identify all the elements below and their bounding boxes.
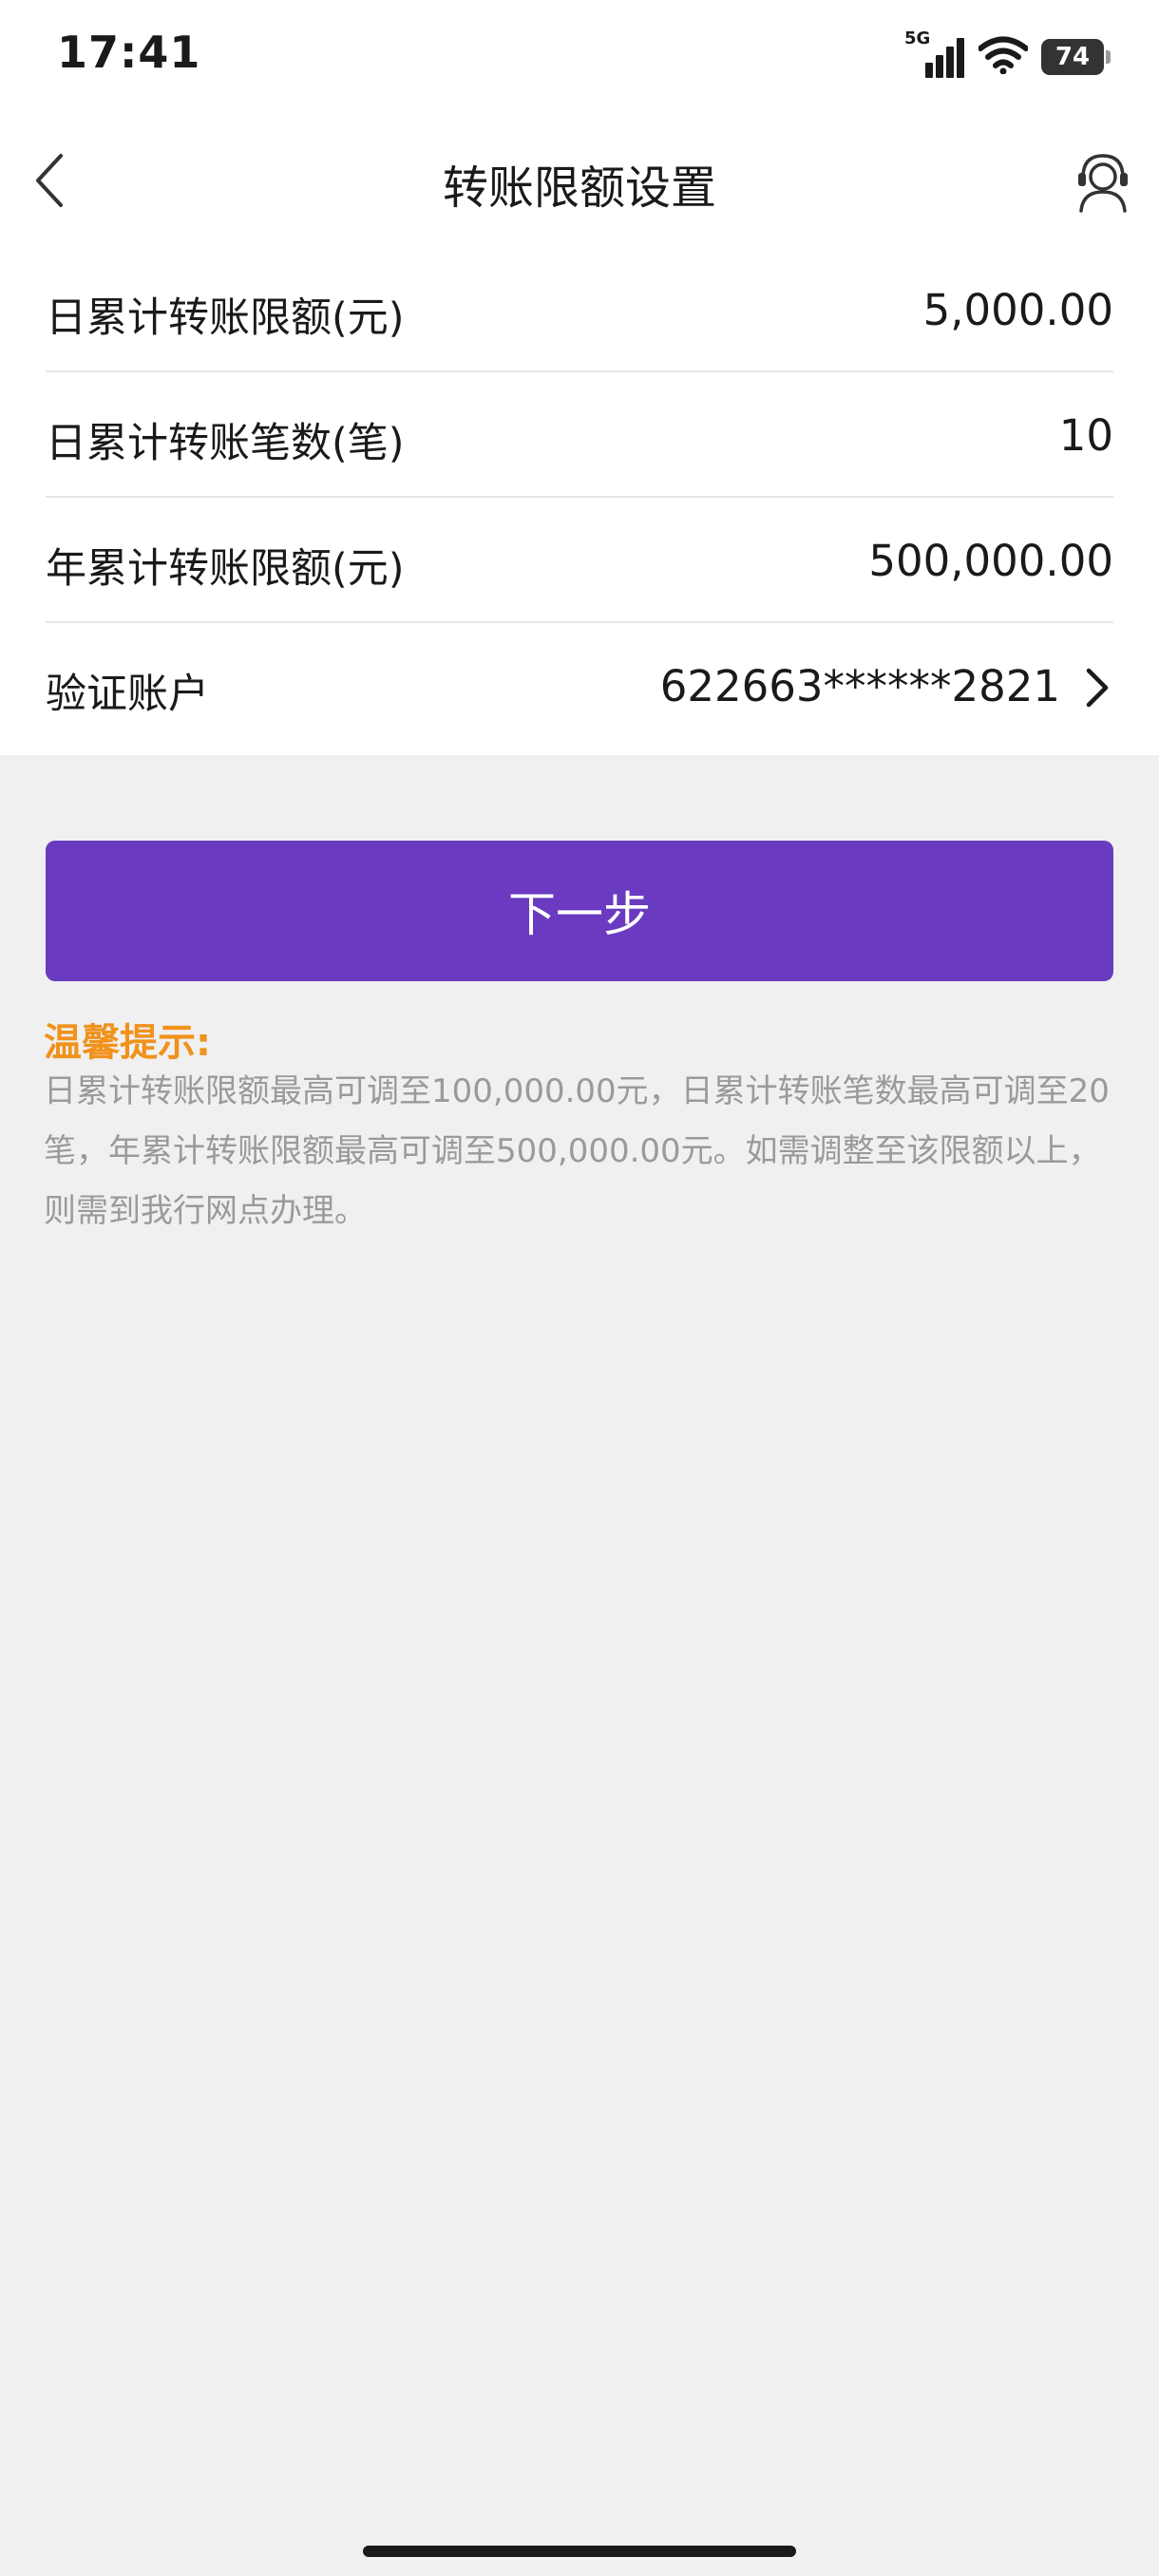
chevron-right-icon[interactable]	[1079, 663, 1113, 712]
network-type-label: 5G	[904, 28, 931, 48]
status-icons: 5G 74	[904, 28, 1111, 80]
battery-level: 74	[1054, 43, 1091, 71]
tips-title: 温馨提示:	[44, 1021, 211, 1065]
battery-icon: 74	[1041, 39, 1111, 75]
daily-limit-row[interactable]: 日累计转账限额(元) 5,000.00	[46, 247, 1113, 372]
wifi-icon	[978, 36, 1029, 78]
next-step-button[interactable]: 下一步	[46, 841, 1113, 981]
verify-account-row[interactable]: 验证账户 622663******2821	[46, 623, 1113, 748]
annual-limit-label: 年累计转账限额(元)	[46, 545, 405, 593]
annual-limit-row[interactable]: 年累计转账限额(元) 500,000.00	[46, 498, 1113, 623]
verify-account-value: 622663******2821	[659, 661, 1060, 711]
signal-icon: 5G	[904, 28, 965, 80]
daily-count-row[interactable]: 日累计转账笔数(笔) 10	[46, 372, 1113, 498]
verify-account-label: 验证账户	[46, 671, 209, 718]
battery-tip	[1106, 50, 1111, 64]
home-indicator[interactable]	[363, 2546, 796, 2557]
limit-settings-list: 日累计转账限额(元) 5,000.00 日累计转账笔数(笔) 10 年累计转账限…	[0, 247, 1159, 755]
nav-bar: 转账限额设置	[0, 114, 1159, 247]
status-time: 17:41	[57, 27, 201, 78]
page-title: 转账限额设置	[442, 161, 716, 215]
annual-limit-value[interactable]: 500,000.00	[868, 536, 1113, 586]
daily-limit-value[interactable]: 5,000.00	[923, 285, 1113, 335]
tips-body: 日累计转账限额最高可调至100,000.00元，日累计转账笔数最高可调至20笔，…	[44, 1072, 1110, 1230]
daily-count-label: 日累计转账笔数(笔)	[46, 420, 405, 467]
status-bar: 17:41 5G 74	[0, 0, 1159, 114]
daily-limit-label: 日累计转账限额(元)	[46, 294, 405, 342]
customer-service-icon	[1078, 154, 1128, 213]
customer-service-button[interactable]	[1070, 148, 1136, 215]
daily-count-value[interactable]: 10	[1059, 410, 1113, 461]
